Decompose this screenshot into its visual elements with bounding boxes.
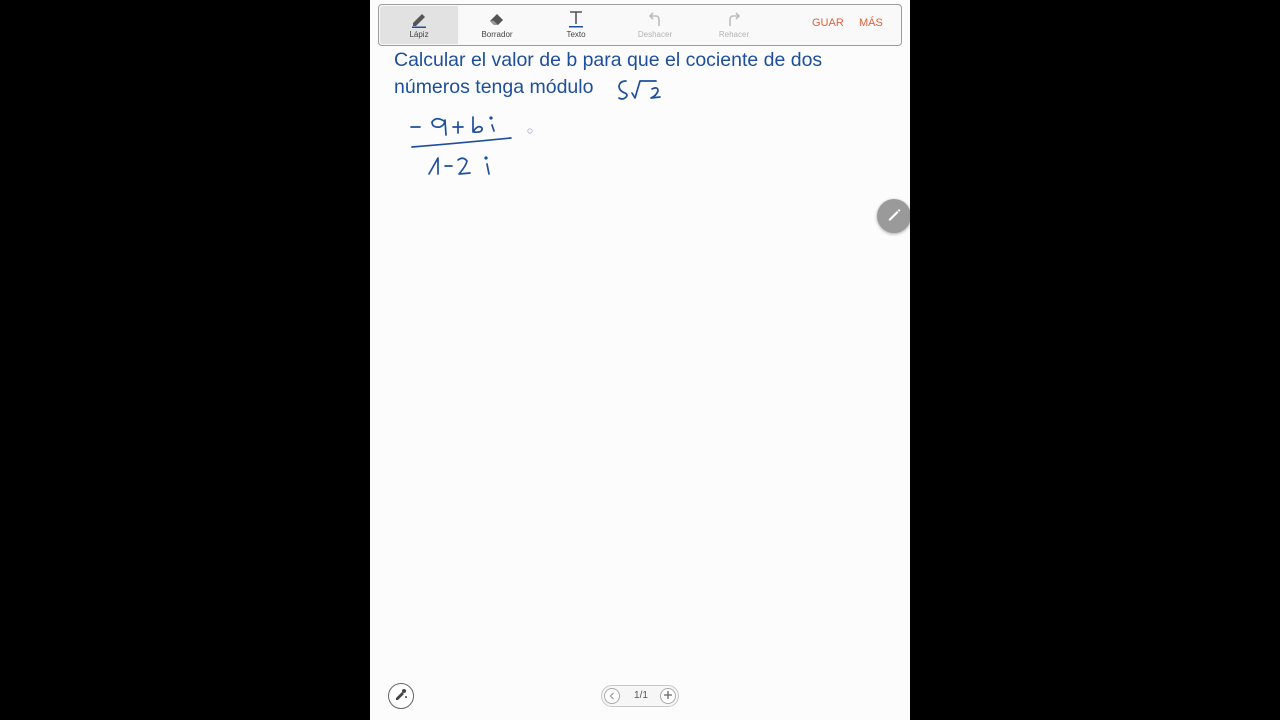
chevron-left-icon <box>608 687 616 705</box>
cursor-dot <box>527 128 533 134</box>
add-page-button[interactable] <box>660 688 676 704</box>
handwriting-modulus <box>618 80 661 100</box>
fraction-bar <box>411 137 512 148</box>
plus-icon <box>663 687 673 705</box>
handwriting-numerator <box>410 116 495 136</box>
pen-settings-icon <box>393 686 409 707</box>
previous-page-button[interactable] <box>604 688 620 704</box>
note-screen: Lápiz Borrador Texto Deshacer Rehacer GU… <box>370 0 910 720</box>
handwriting-denominator <box>428 156 490 175</box>
page-navigator: 1/1 <box>601 685 679 707</box>
pen-settings-button[interactable] <box>388 683 414 709</box>
pen-icon <box>886 206 902 227</box>
page-indicator: 1/1 <box>634 690 648 701</box>
floating-pen-button[interactable] <box>877 199 910 233</box>
handwriting-canvas <box>410 80 661 175</box>
